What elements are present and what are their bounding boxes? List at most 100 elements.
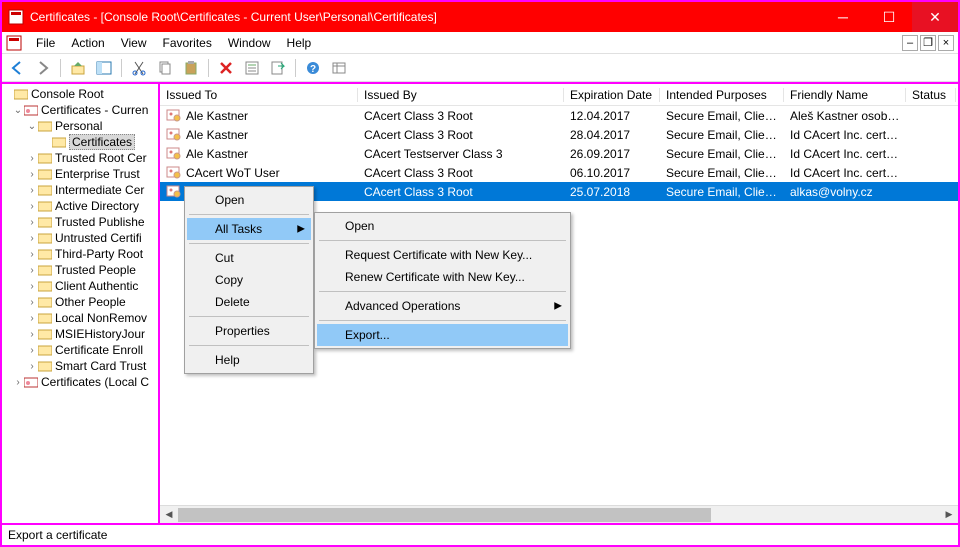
export-list-button[interactable] xyxy=(267,57,289,79)
list-header: Issued To Issued By Expiration Date Inte… xyxy=(160,84,958,106)
ctx-open[interactable]: Open xyxy=(187,189,311,211)
cert-icon xyxy=(166,128,182,142)
folder-icon xyxy=(38,216,52,228)
up-button[interactable] xyxy=(67,57,89,79)
cert-store-icon xyxy=(24,376,38,388)
column-issued-by[interactable]: Issued By xyxy=(358,88,564,102)
column-status[interactable]: Status xyxy=(906,88,956,102)
sub-export[interactable]: Export... xyxy=(317,324,568,346)
scroll-right-button[interactable]: ▶ xyxy=(940,506,958,524)
folder-icon xyxy=(52,136,66,148)
folder-icon xyxy=(38,360,52,372)
tree-panel: Console Root ⌄ Certificates - Curren ⌄ P… xyxy=(2,84,160,523)
sub-request[interactable]: Request Certificate with New Key... xyxy=(317,244,568,266)
menu-favorites[interactable]: Favorites xyxy=(155,34,220,52)
menu-file[interactable]: File xyxy=(28,34,63,52)
folder-icon xyxy=(38,248,52,260)
folder-icon xyxy=(38,280,52,292)
tree-node-cert-user[interactable]: ⌄ Certificates - Curren xyxy=(2,102,158,118)
tree-node[interactable]: ›Enterprise Trust xyxy=(2,166,158,182)
table-row[interactable]: Ale KastnerCAcert Testserver Class 326.0… xyxy=(160,144,958,163)
menu-view[interactable]: View xyxy=(113,34,155,52)
svg-text:?: ? xyxy=(310,64,316,75)
properties-button[interactable] xyxy=(241,57,263,79)
ctx-copy[interactable]: Copy xyxy=(187,269,311,291)
app-icon xyxy=(8,9,24,25)
tree-node[interactable]: ›Untrusted Certifi xyxy=(2,230,158,246)
folder-icon xyxy=(14,88,28,100)
tree-node[interactable]: ›Intermediate Cer xyxy=(2,182,158,198)
menu-help[interactable]: Help xyxy=(279,34,320,52)
minimize-button[interactable]: ─ xyxy=(820,2,866,32)
sub-open[interactable]: Open xyxy=(317,215,568,237)
maximize-button[interactable]: ☐ xyxy=(866,2,912,32)
status-text: Export a certificate xyxy=(8,528,107,542)
toolbar: ? xyxy=(2,54,958,82)
table-row[interactable]: Ale KastnerCAcert Class 3 Root28.04.2017… xyxy=(160,125,958,144)
context-menu: Open All Tasks▶ Cut Copy Delete Properti… xyxy=(184,186,314,374)
folder-icon xyxy=(38,184,52,196)
tree-node-console-root[interactable]: Console Root xyxy=(2,86,158,102)
paste-button[interactable] xyxy=(180,57,202,79)
tree-node[interactable]: ›Active Directory xyxy=(2,198,158,214)
chevron-right-icon: ▶ xyxy=(297,224,305,235)
tree-node[interactable]: ›Local NonRemov xyxy=(2,310,158,326)
tree-node[interactable]: ›Trusted People xyxy=(2,262,158,278)
column-friendly[interactable]: Friendly Name xyxy=(784,88,906,102)
tree-node[interactable]: ›Third-Party Root xyxy=(2,246,158,262)
column-purposes[interactable]: Intended Purposes xyxy=(660,88,784,102)
list-panel: Issued To Issued By Expiration Date Inte… xyxy=(160,84,958,523)
sub-renew[interactable]: Renew Certificate with New Key... xyxy=(317,266,568,288)
scroll-left-button[interactable]: ◀ xyxy=(160,506,178,524)
tree-node[interactable]: ›Smart Card Trust xyxy=(2,358,158,374)
ctx-help[interactable]: Help xyxy=(187,349,311,371)
view-options-button[interactable] xyxy=(328,57,350,79)
show-hide-button[interactable] xyxy=(93,57,115,79)
column-expiration[interactable]: Expiration Date xyxy=(564,88,660,102)
menu-window[interactable]: Window xyxy=(220,34,279,52)
column-issued-to[interactable]: Issued To xyxy=(160,88,358,102)
close-button[interactable]: ✕ xyxy=(912,2,958,32)
cut-button[interactable] xyxy=(128,57,150,79)
table-row[interactable]: Ale KastnerCAcert Class 3 Root12.04.2017… xyxy=(160,106,958,125)
help-button[interactable]: ? xyxy=(302,57,324,79)
mdi-restore-button[interactable]: ❐ xyxy=(920,35,936,51)
folder-icon xyxy=(38,168,52,180)
cert-icon xyxy=(166,147,182,161)
ctx-delete[interactable]: Delete xyxy=(187,291,311,313)
ctx-properties[interactable]: Properties xyxy=(187,320,311,342)
forward-button[interactable] xyxy=(32,57,54,79)
cert-icon xyxy=(166,109,182,123)
tree-node-personal[interactable]: ⌄ Personal xyxy=(2,118,158,134)
tree-node-cert-local[interactable]: › Certificates (Local C xyxy=(2,374,158,390)
ctx-all-tasks[interactable]: All Tasks▶ xyxy=(187,218,311,240)
tree-node[interactable]: ›Client Authentic xyxy=(2,278,158,294)
folder-icon xyxy=(38,120,52,132)
tree-node[interactable]: ›Other People xyxy=(2,294,158,310)
menu-action[interactable]: Action xyxy=(63,34,112,52)
folder-icon xyxy=(38,264,52,276)
tree-node[interactable]: ›Certificate Enroll xyxy=(2,342,158,358)
ctx-cut[interactable]: Cut xyxy=(187,247,311,269)
cert-store-icon xyxy=(24,104,38,116)
all-tasks-submenu: Open Request Certificate with New Key...… xyxy=(314,212,571,349)
mdi-minimize-button[interactable]: – xyxy=(902,35,918,51)
cert-icon xyxy=(166,185,182,199)
chevron-right-icon: ▶ xyxy=(554,301,562,312)
tree-node[interactable]: ›Trusted Publishe xyxy=(2,214,158,230)
delete-button[interactable] xyxy=(215,57,237,79)
tree-node[interactable]: ›MSIEHistoryJour xyxy=(2,326,158,342)
back-button[interactable] xyxy=(6,57,28,79)
tree-node[interactable]: ›Trusted Root Cer xyxy=(2,150,158,166)
status-bar: Export a certificate xyxy=(2,523,958,545)
table-row[interactable]: CAcert WoT UserCAcert Class 3 Root06.10.… xyxy=(160,163,958,182)
folder-icon xyxy=(38,296,52,308)
list-h-scrollbar[interactable]: ◀ ▶ xyxy=(160,505,958,523)
title-bar: Certificates - [Console Root\Certificate… xyxy=(2,2,958,32)
mdi-close-button[interactable]: × xyxy=(938,35,954,51)
sub-advanced[interactable]: Advanced Operations▶ xyxy=(317,295,568,317)
tree-node-certificates[interactable]: Certificates xyxy=(2,134,158,150)
copy-button[interactable] xyxy=(154,57,176,79)
folder-icon xyxy=(38,312,52,324)
cert-icon xyxy=(166,166,182,180)
